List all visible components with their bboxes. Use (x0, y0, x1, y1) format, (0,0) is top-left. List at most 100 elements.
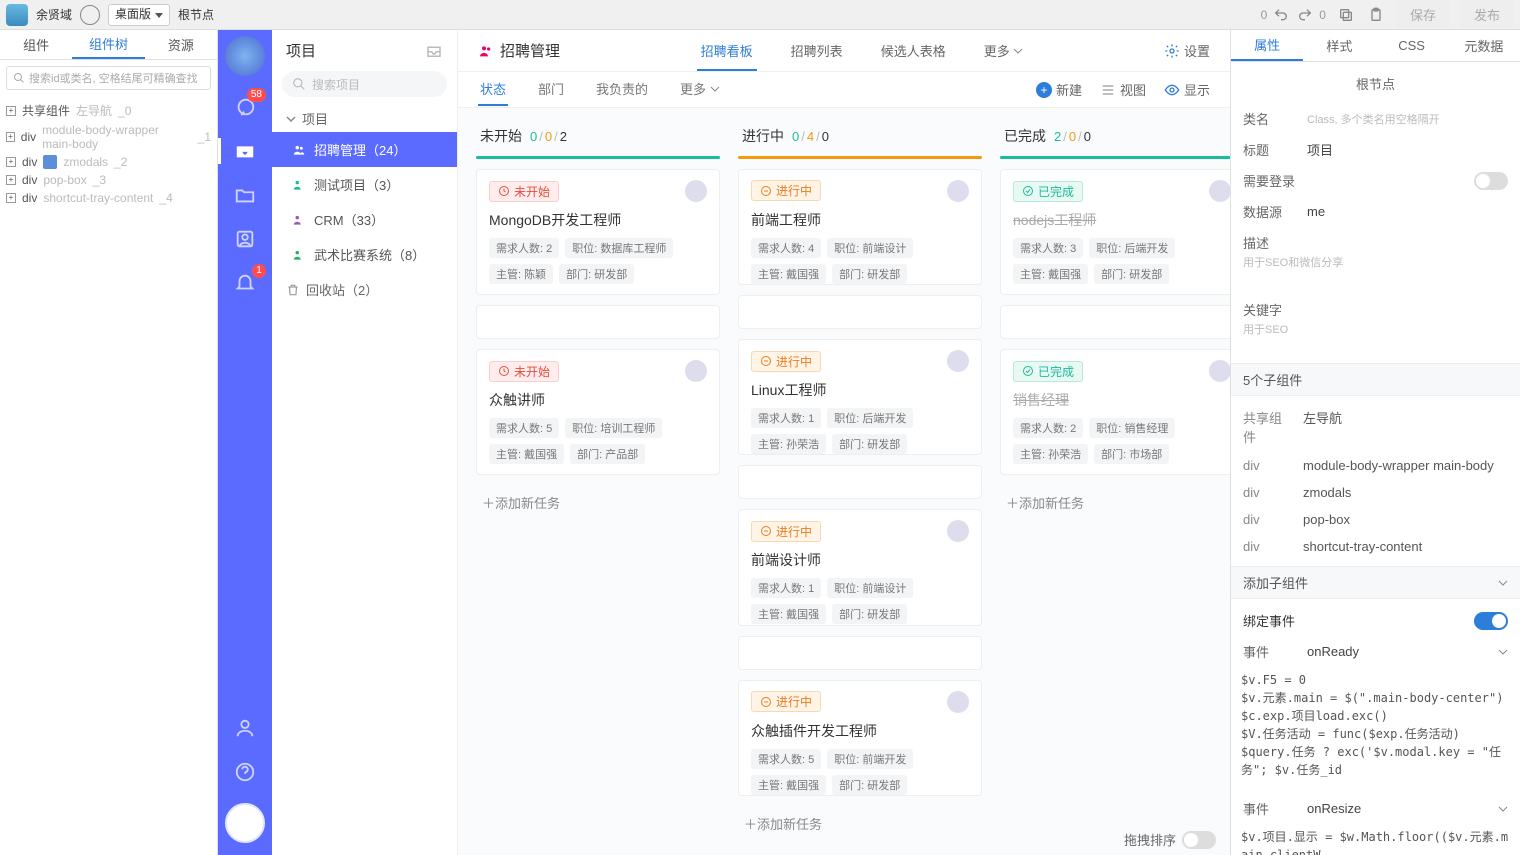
new-button[interactable]: +新建 (1036, 80, 1082, 99)
show-button[interactable]: 显示 (1164, 80, 1210, 99)
kanban-card[interactable]: 进行中 前端工程师 需求人数: 4职位: 前端设计主管: 戴国强部门: 研发部 (738, 169, 982, 285)
sidebar-chat-icon[interactable]: 58 (232, 94, 258, 120)
project-recycle[interactable]: 回收站（2） (272, 272, 457, 303)
assignee-avatar[interactable] (685, 180, 707, 202)
tree-search[interactable]: 搜索id或类名, 空格结尾可精确查找 (6, 66, 211, 90)
kanban-card[interactable]: 已完成 nodejs工程师 需求人数: 3职位: 后端开发主管: 戴国强部门: … (1000, 169, 1230, 295)
user-avatar[interactable] (6, 4, 28, 26)
tree-row[interactable]: +divshortcut-tray-content_4 (6, 189, 211, 207)
sidebar-alert-icon[interactable]: 1 (232, 270, 258, 296)
tab-components[interactable]: 组件 (0, 30, 72, 59)
project-section-header[interactable]: 项目 (272, 101, 457, 132)
sidebar-help-icon[interactable] (232, 759, 258, 785)
app-logo[interactable] (225, 36, 265, 76)
code-block[interactable]: $v.项目.显示 = $w.Math.floor(($v.元素.main.cli… (1241, 824, 1510, 855)
publish-button[interactable]: 发布 (1460, 1, 1514, 28)
tree-row[interactable]: +divmodule-body-wrapper main-body_1 (6, 121, 211, 153)
project-item-recruitment[interactable]: 招聘管理（24） (272, 132, 457, 167)
chevron-down-icon (1498, 647, 1508, 657)
redo-icon[interactable] (1295, 5, 1315, 25)
child-row[interactable]: divshortcut-tray-content (1241, 533, 1510, 560)
event-toggle[interactable] (1474, 612, 1508, 630)
project-search[interactable]: 搜索项目 (282, 71, 447, 97)
tree-row[interactable]: +divpop-box_3 (6, 171, 211, 189)
rtab-meta[interactable]: 元数据 (1448, 30, 1520, 61)
tab-candidates[interactable]: 候选人表格 (877, 31, 950, 70)
tree-row[interactable]: +divzmodals_2 (6, 153, 211, 171)
kanban-card[interactable]: 进行中 Linux工程师 需求人数: 1职位: 后端开发主管: 孙荣浩部门: 研… (738, 339, 982, 455)
project-item-crm[interactable]: CRM（33） (272, 202, 457, 237)
child-row[interactable]: divzmodals (1241, 479, 1510, 506)
add-task-button[interactable]: ＋添加新任务 (1000, 485, 1230, 520)
assignee-avatar[interactable] (947, 180, 969, 202)
globe-icon[interactable] (80, 5, 100, 25)
assignee-avatar[interactable] (1209, 180, 1230, 202)
subtab-status[interactable]: 状态 (478, 73, 508, 106)
subtab-more[interactable]: 更多 (678, 73, 722, 106)
inbox-icon[interactable] (425, 42, 443, 60)
event-select[interactable]: onResize (1307, 801, 1490, 816)
subtab-dept[interactable]: 部门 (536, 73, 566, 106)
kanban-card[interactable]: 未开始 众触讲师 需求人数: 5职位: 培训工程师主管: 戴国强部门: 产品部 (476, 349, 720, 475)
child-row[interactable]: divmodule-body-wrapper main-body (1241, 452, 1510, 479)
assignee-avatar[interactable] (947, 350, 969, 372)
card-tag: 需求人数: 2 (489, 238, 559, 258)
rtab-props[interactable]: 属性 (1231, 30, 1303, 61)
child-row[interactable]: 共享组件左导航 (1241, 402, 1510, 452)
project-item-test[interactable]: 测试项目（3） (272, 167, 457, 202)
keyword-input[interactable]: 用于SEO (1243, 321, 1288, 337)
view-select[interactable]: 桌面版 (108, 4, 170, 26)
assignee-avatar[interactable] (947, 691, 969, 713)
toggle-off-icon[interactable] (1182, 831, 1216, 849)
tab-list[interactable]: 招聘列表 (787, 31, 847, 70)
tab-more[interactable]: 更多 (980, 31, 1028, 70)
kanban-card[interactable]: 进行中 前端设计师 需求人数: 1职位: 前端设计主管: 戴国强部门: 研发部 (738, 509, 982, 625)
view-button[interactable]: 视图 (1100, 80, 1146, 99)
rtab-css[interactable]: CSS (1376, 30, 1448, 61)
assignee-avatar[interactable] (947, 520, 969, 542)
kanban-column: 已完成2/0/0 已完成 nodejs工程师 需求人数: 3职位: 后端开发主管… (1000, 122, 1230, 841)
tab-component-tree[interactable]: 组件树 (72, 30, 144, 59)
assignee-avatar[interactable] (1209, 360, 1230, 382)
tree-row[interactable]: +共享组件左导航_0 (6, 100, 211, 121)
kanban-card[interactable] (738, 636, 982, 670)
add-child-button[interactable]: 添加子组件 (1231, 566, 1520, 599)
copy-icon[interactable] (1336, 5, 1356, 25)
kanban-card[interactable] (738, 465, 982, 499)
subtab-mine[interactable]: 我负责的 (594, 73, 650, 106)
title-input[interactable]: 项目 (1307, 140, 1508, 159)
add-task-button[interactable]: ＋添加新任务 (476, 485, 720, 520)
assignee-avatar[interactable] (685, 360, 707, 382)
project-item-martial[interactable]: 武术比赛系统（8） (272, 237, 457, 272)
sidebar-inbox-icon[interactable] (232, 138, 258, 164)
kanban-card[interactable]: 未开始 MongoDB开发工程师 需求人数: 2职位: 数据库工程师主管: 陈颖… (476, 169, 720, 295)
settings-button[interactable]: 设置 (1164, 41, 1210, 60)
datasource-input[interactable]: me (1307, 204, 1508, 219)
undo-icon[interactable] (1271, 5, 1291, 25)
code-block[interactable]: $v.F5 = 0 $v.元素.main = $(".main-body-cen… (1241, 667, 1510, 783)
kanban-card[interactable] (1000, 305, 1230, 339)
sidebar-avatar[interactable] (225, 803, 265, 843)
login-toggle[interactable] (1474, 172, 1508, 190)
rtab-style[interactable]: 样式 (1303, 30, 1375, 61)
class-input[interactable]: Class, 多个类名用空格隔开 (1307, 111, 1508, 127)
sidebar-user-icon[interactable] (232, 715, 258, 741)
paste-icon[interactable] (1366, 5, 1386, 25)
kanban-card[interactable] (476, 305, 720, 339)
desc-input[interactable]: 用于SEO和微信分享 (1243, 254, 1343, 270)
plus-icon: + (1036, 82, 1052, 98)
add-task-button[interactable]: ＋添加新任务 (738, 806, 982, 841)
tab-kanban[interactable]: 招聘看板 (697, 31, 757, 70)
event-select[interactable]: onReady (1307, 644, 1490, 659)
kanban-card[interactable]: 进行中 众触插件开发工程师 需求人数: 5职位: 前端开发主管: 戴国强部门: … (738, 680, 982, 796)
kanban-card[interactable] (738, 295, 982, 329)
sidebar-folder-icon[interactable] (232, 182, 258, 208)
kanban-card[interactable]: 已完成 销售经理 需求人数: 2职位: 销售经理主管: 孙荣浩部门: 市场部 (1000, 349, 1230, 475)
sidebar-contact-icon[interactable] (232, 226, 258, 252)
drag-sort-toggle[interactable]: 拖拽排序 (1124, 830, 1216, 849)
status-pill: 已完成 (1013, 181, 1083, 202)
child-row[interactable]: divpop-box (1241, 506, 1510, 533)
card-tag: 部门: 研发部 (832, 264, 907, 284)
save-button[interactable]: 保存 (1396, 1, 1450, 28)
tab-resources[interactable]: 资源 (145, 30, 217, 59)
